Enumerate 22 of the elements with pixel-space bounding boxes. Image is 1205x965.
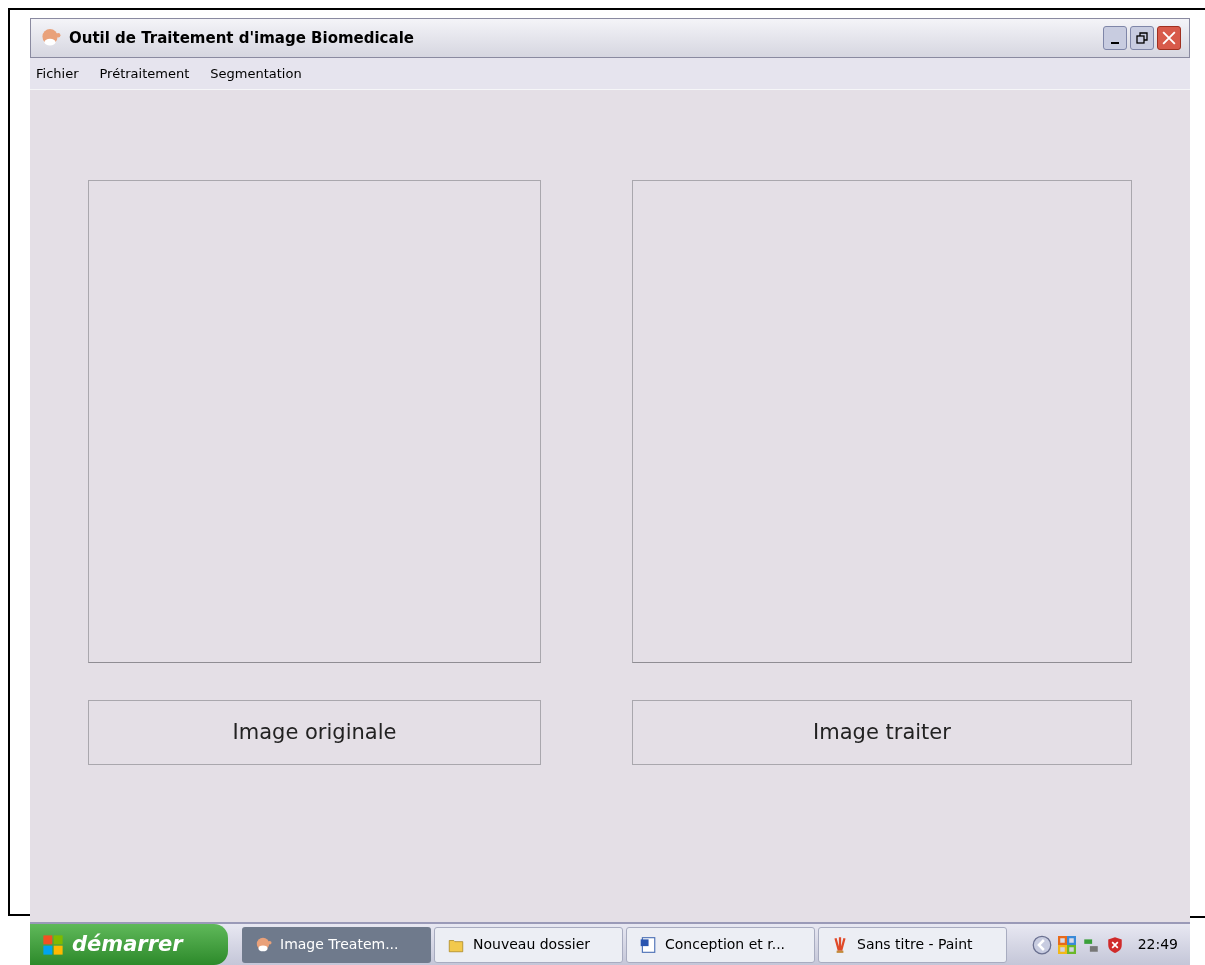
squares-icon: [1057, 935, 1076, 954]
taskbar-button[interactable]: Sans titre - Paint: [818, 926, 1007, 963]
taskbar-button[interactable]: Image Treatem...: [242, 926, 431, 963]
close-icon: [1162, 31, 1176, 45]
taskbar-button[interactable]: Nouveau dossier: [434, 926, 623, 963]
mascot-icon: [254, 935, 272, 954]
clock: 22:49: [1137, 935, 1178, 954]
close-button[interactable]: [1157, 26, 1181, 50]
menu-item[interactable]: Fichier: [36, 63, 79, 84]
restore-icon: [1136, 32, 1148, 44]
restore-button[interactable]: [1130, 26, 1154, 50]
windows-logo-icon: [42, 933, 64, 956]
menu-item[interactable]: Segmentation: [210, 63, 302, 84]
taskbar-button[interactable]: Conception et r...: [626, 926, 815, 963]
shield-icon: [1105, 935, 1124, 954]
document-icon: [639, 935, 657, 954]
minimize-button[interactable]: [1103, 26, 1127, 50]
chevron-left-icon[interactable]: [1031, 934, 1052, 955]
menu-item[interactable]: Prétraitement: [99, 63, 190, 84]
caption-label: Image traiter: [632, 700, 1132, 765]
caption-label: Image originale: [88, 700, 541, 765]
window-title: Outil de Traitement d'image Biomedicale: [69, 27, 414, 49]
